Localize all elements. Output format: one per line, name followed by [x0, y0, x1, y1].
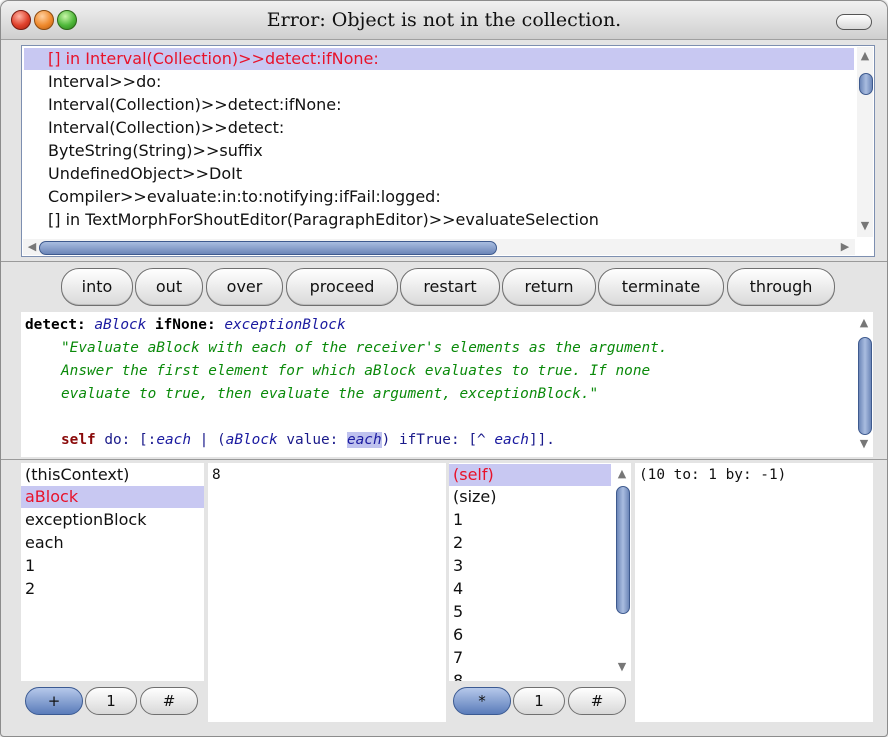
window-title: Error: Object is not in the collection.	[266, 9, 622, 31]
context-var-item[interactable]: aBlock	[25, 486, 78, 508]
call-stack-list[interactable]: [] in Interval(Collection)>>detect:ifNon…	[21, 45, 875, 257]
title-bar[interactable]: Error: Object is not in the collection.	[1, 1, 887, 40]
context-var-item[interactable]: exceptionBlock	[25, 509, 146, 531]
stack-vscroll-thumb[interactable]	[859, 73, 873, 95]
proceed-button[interactable]: proceed	[286, 268, 398, 306]
context-variables-list[interactable]: (thisContext) aBlock exceptionBlock each…	[21, 463, 204, 681]
method-body-line: self do: [:each | (aBlock value: each) i…	[61, 429, 555, 452]
arg-ablock: aBlock	[94, 317, 147, 333]
block-param-each: each	[156, 432, 191, 448]
scroll-left-arrow-icon[interactable]: ◀	[24, 240, 40, 253]
receiver-var-item[interactable]: 4	[453, 578, 463, 600]
receiver-value-pane[interactable]: (10 to: 1 by: -1)	[635, 463, 873, 722]
into-button[interactable]: into	[61, 268, 133, 306]
scroll-up-arrow-icon[interactable]: ▲	[856, 316, 872, 329]
over-button[interactable]: over	[206, 268, 283, 306]
receiver-var-item[interactable]: (size)	[453, 486, 497, 508]
through-button[interactable]: through	[727, 268, 835, 306]
stack-hscroll-thumb[interactable]	[39, 241, 497, 255]
scroll-down-arrow-icon[interactable]: ▼	[857, 219, 873, 232]
method-signature: detect: aBlock ifNone: exceptionBlock	[25, 314, 346, 337]
scroll-up-arrow-icon[interactable]: ▲	[614, 467, 630, 480]
receiver-var-item[interactable]: 6	[453, 624, 463, 646]
context-plus-button[interactable]: +	[25, 687, 83, 715]
receiver-vertical-scrollbar[interactable]: ▲ ▼	[614, 464, 630, 680]
stack-frame[interactable]: Compiler>>evaluate:in:to:notifying:ifFai…	[48, 186, 441, 208]
stack-frame[interactable]: UndefinedObject>>DoIt	[48, 163, 242, 185]
receiver-var-item[interactable]: (self)	[453, 464, 494, 486]
source-code-pane[interactable]: detect: aBlock ifNone: exceptionBlock "E…	[21, 312, 873, 457]
receiver-var-item[interactable]: 1	[453, 509, 463, 531]
divider	[1, 459, 887, 460]
restart-button[interactable]: restart	[400, 268, 500, 306]
window-menu-button[interactable]	[836, 14, 872, 30]
paren-close: )	[381, 432, 391, 448]
stack-horizontal-scrollbar[interactable]: ◀ ▶	[23, 239, 855, 255]
receiver-var-item[interactable]: 8	[453, 670, 463, 681]
each-return: each	[494, 432, 529, 448]
scroll-right-arrow-icon[interactable]: ▶	[837, 240, 853, 253]
code-vertical-scrollbar[interactable]: ▲ ▼	[856, 313, 872, 456]
receiver-star-button[interactable]: *	[453, 687, 511, 715]
scroll-up-arrow-icon[interactable]: ▲	[857, 49, 873, 62]
divider	[1, 261, 887, 262]
each-highlighted: each	[346, 432, 382, 448]
selector-do: do:	[104, 432, 131, 448]
block-open: [:	[139, 432, 157, 448]
stack-frame[interactable]: Interval>>do:	[48, 71, 161, 93]
scroll-down-arrow-icon[interactable]: ▼	[856, 437, 872, 450]
method-comment-line-3: evaluate to true, then evaluate the argu…	[61, 386, 599, 402]
ablock-ref: aBlock	[225, 432, 278, 448]
debugger-button-bar: into out over proceed restart return ter…	[1, 263, 887, 309]
out-button[interactable]: out	[135, 268, 203, 306]
context-value-pane[interactable]: 8	[208, 463, 446, 722]
paren-open: (	[217, 432, 226, 448]
stack-frame[interactable]: ByteString(String)>>suffix	[48, 140, 263, 162]
terminate-button[interactable]: terminate	[598, 268, 724, 306]
code-vscroll-thumb[interactable]	[858, 337, 872, 435]
scroll-down-arrow-icon[interactable]: ▼	[614, 660, 630, 673]
context-var-item[interactable]: (thisContext)	[25, 464, 129, 486]
return-button[interactable]: return	[502, 268, 596, 306]
stack-frame[interactable]: Interval(Collection)>>detect:	[48, 117, 284, 139]
receiver-var-item[interactable]: 3	[453, 555, 463, 577]
receiver-var-item[interactable]: 7	[453, 647, 463, 669]
return-block-open: [^	[468, 432, 486, 448]
receiver-var-item[interactable]: 2	[453, 532, 463, 554]
context-var-item[interactable]: each	[25, 532, 64, 554]
receiver-vscroll-thumb[interactable]	[616, 486, 630, 614]
keyword-self: self	[61, 432, 96, 448]
selector-value: value:	[286, 432, 339, 448]
block-close: ]].	[528, 432, 555, 448]
method-comment-line-2: Answer the first element for which aBloc…	[61, 363, 651, 379]
receiver-one-button[interactable]: 1	[513, 687, 565, 715]
block-bar: |	[199, 432, 209, 448]
receiver-variables-list[interactable]: (self) (size) 1 2 3 4 5 6 7 8 ▲ ▼	[449, 463, 631, 681]
debugger-window: Error: Object is not in the collection. …	[0, 0, 888, 737]
receiver-hash-button[interactable]: #	[568, 687, 626, 715]
context-hash-button[interactable]: #	[140, 687, 198, 715]
stack-frame[interactable]: [] in Interval(Collection)>>detect:ifNon…	[48, 48, 379, 70]
selector-iftrue: ifTrue:	[398, 432, 460, 448]
stack-frame[interactable]: Interval(Collection)>>detect:ifNone:	[48, 94, 342, 116]
receiver-var-item[interactable]: 5	[453, 601, 463, 623]
context-var-item[interactable]: 2	[25, 578, 35, 600]
context-value-text: 8	[212, 467, 221, 483]
selector-detect: detect:	[25, 317, 86, 333]
receiver-value-text: (10 to: 1 by: -1)	[639, 467, 787, 483]
context-var-item[interactable]: 1	[25, 555, 35, 577]
receiver-list-toolbar: * 1 #	[449, 682, 631, 722]
stack-vertical-scrollbar[interactable]: ▲ ▼	[857, 47, 873, 237]
arg-exceptionblock: exceptionBlock	[224, 317, 346, 333]
method-comment-line-1: "Evaluate aBlock with each of the receiv…	[61, 340, 668, 356]
context-list-toolbar: + 1 #	[21, 682, 204, 722]
stack-frame[interactable]: [] in TextMorphForShoutEditor(ParagraphE…	[48, 209, 599, 231]
selector-ifnone: ifNone:	[154, 317, 216, 333]
context-one-button[interactable]: 1	[85, 687, 137, 715]
